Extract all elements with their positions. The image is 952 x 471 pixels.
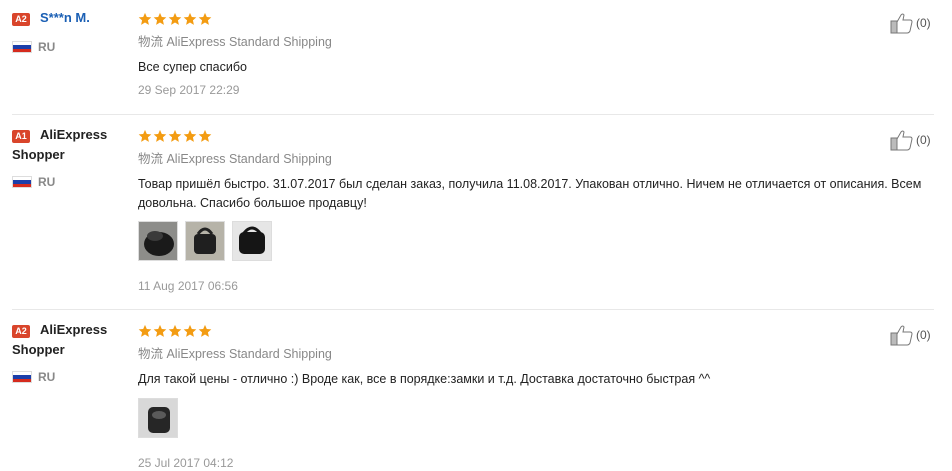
review-text: Товар пришёл быстро. 31.07.2017 был сдел… — [138, 177, 922, 210]
star-icon — [168, 324, 182, 337]
review-text: Все супер спасибо — [138, 60, 247, 74]
shipping-method: 物流 AliExpress Standard Shipping — [138, 35, 332, 49]
thumbs-up-icon — [890, 13, 913, 34]
review-photos — [138, 398, 178, 438]
star-icon — [168, 129, 182, 142]
helpful-count: (0) — [916, 328, 931, 342]
reviewer-level-badge: A2 — [12, 325, 30, 338]
review-photo-thumbnail[interactable] — [232, 221, 272, 261]
reviewer-name[interactable]: S***n M. — [40, 9, 90, 27]
bag-photo — [139, 399, 177, 437]
helpful-count: (0) — [916, 133, 931, 147]
reviewer-country: RU — [38, 40, 56, 54]
reviewer-name: AliExpress — [40, 127, 108, 142]
review-photo-thumbnail[interactable] — [138, 221, 178, 261]
star-icon — [198, 12, 212, 25]
thumbs-up-icon — [890, 325, 913, 346]
bag-photo — [186, 222, 224, 260]
helpful-button[interactable]: (0) — [890, 129, 931, 151]
reviewer-name: AliExpress — [40, 322, 108, 337]
review-text: Для такой цены - отлично :) Вроде как, в… — [138, 372, 711, 386]
star-icon — [183, 129, 197, 142]
review-photo-thumbnail[interactable] — [185, 221, 225, 261]
star-icon — [153, 129, 167, 142]
rating-stars — [138, 12, 212, 28]
star-icon — [153, 12, 167, 25]
russia-flag-icon — [12, 176, 32, 188]
review-photo-thumbnail[interactable] — [138, 398, 178, 438]
reviewer-name-line2: Shopper — [12, 147, 65, 162]
reviewer-country: RU — [38, 175, 56, 189]
review-date: 29 Sep 2017 22:29 — [138, 83, 240, 97]
star-icon — [138, 129, 152, 142]
bag-photo — [139, 222, 177, 260]
russia-flag-icon — [12, 371, 32, 383]
review-date: 11 Aug 2017 06:56 — [138, 279, 238, 293]
reviewer-level-badge: A1 — [12, 130, 30, 143]
thumbs-up-icon — [890, 130, 913, 151]
star-icon — [153, 324, 167, 337]
shipping-method: 物流 AliExpress Standard Shipping — [138, 347, 332, 361]
star-icon — [138, 12, 152, 25]
divider — [12, 309, 934, 310]
star-icon — [168, 12, 182, 25]
reviewer-name-line2: Shopper — [12, 342, 65, 357]
star-icon — [183, 324, 197, 337]
rating-stars — [138, 324, 212, 340]
divider — [12, 114, 934, 115]
reviewer-level-badge: A2 — [12, 13, 30, 26]
star-icon — [198, 129, 212, 142]
bag-photo — [233, 222, 271, 260]
reviewer-country: RU — [38, 370, 56, 384]
russia-flag-icon — [12, 41, 32, 53]
star-icon — [198, 324, 212, 337]
review-photos — [138, 221, 272, 261]
shipping-method: 物流 AliExpress Standard Shipping — [138, 152, 332, 166]
star-icon — [183, 12, 197, 25]
rating-stars — [138, 129, 212, 145]
helpful-button[interactable]: (0) — [890, 324, 931, 346]
star-icon — [138, 324, 152, 337]
helpful-button[interactable]: (0) — [890, 12, 931, 34]
helpful-count: (0) — [916, 16, 931, 30]
